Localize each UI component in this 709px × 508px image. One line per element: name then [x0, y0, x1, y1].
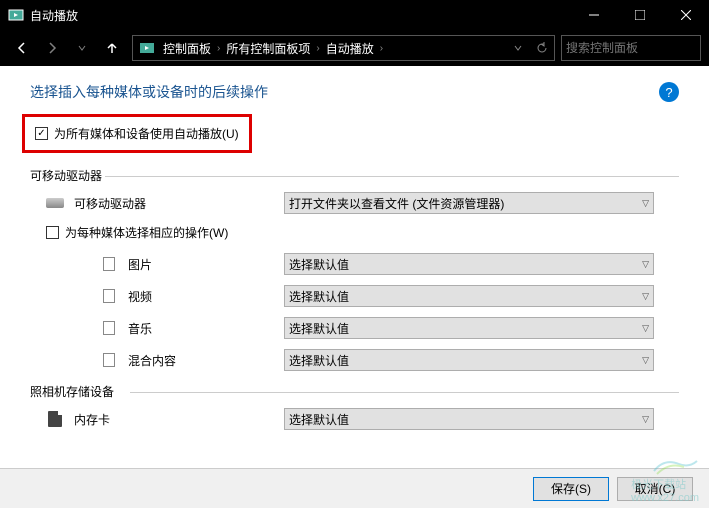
music-icon [100, 321, 118, 335]
pictures-select[interactable]: 选择默认值 ▽ [284, 253, 654, 275]
mixed-select[interactable]: 选择默认值 ▽ [284, 349, 654, 371]
highlighted-option: 为所有媒体和设备使用自动播放(U) [22, 114, 252, 153]
per-media-checkbox[interactable] [46, 226, 59, 239]
chevron-right-icon[interactable]: › [213, 43, 224, 54]
search-input[interactable] [562, 41, 709, 55]
window-title: 自动播放 [30, 7, 571, 24]
help-icon[interactable]: ? [659, 82, 679, 102]
mixed-icon [100, 353, 118, 367]
navbar: 控制面板 › 所有控制面板项 › 自动播放 › [0, 30, 709, 66]
videos-select[interactable]: 选择默认值 ▽ [284, 285, 654, 307]
titlebar: 自动播放 [0, 0, 709, 30]
per-media-label: 为每种媒体选择相应的操作(W) [65, 224, 228, 241]
pictures-icon [100, 257, 118, 271]
footer: 保存(S) 取消(C) [0, 468, 709, 508]
autoplay-window-icon [8, 7, 24, 23]
search-box[interactable] [561, 35, 701, 61]
content-area: 选择插入每种媒体或设备时的后续操作 ? 为所有媒体和设备使用自动播放(U) 可移… [0, 66, 709, 468]
maximize-button[interactable] [617, 0, 663, 30]
breadcrumb: 控制面板 › 所有控制面板项 › 自动播放 › [161, 40, 387, 57]
chevron-down-icon: ▽ [642, 259, 649, 270]
history-dropdown-button[interactable] [506, 36, 530, 60]
chevron-right-icon[interactable]: › [312, 43, 323, 54]
minimize-button[interactable] [571, 0, 617, 30]
videos-icon [100, 289, 118, 303]
back-button[interactable] [8, 34, 36, 62]
chevron-down-icon: ▽ [642, 323, 649, 334]
breadcrumb-item[interactable]: 自动播放 [324, 40, 376, 57]
mixed-label: 混合内容 [128, 352, 284, 369]
breadcrumb-item[interactable]: 所有控制面板项 [224, 40, 312, 57]
removable-drive-label: 可移动驱动器 [74, 195, 284, 212]
chevron-down-icon: ▽ [642, 414, 649, 425]
section-removable-drives: 可移动驱动器 [30, 167, 679, 184]
save-button[interactable]: 保存(S) [533, 477, 609, 501]
chevron-right-icon[interactable]: › [376, 43, 387, 54]
music-label: 音乐 [128, 320, 284, 337]
pictures-label: 图片 [128, 256, 284, 273]
chevron-down-icon: ▽ [642, 198, 649, 209]
videos-label: 视频 [128, 288, 284, 305]
up-button[interactable] [98, 34, 126, 62]
cancel-button[interactable]: 取消(C) [617, 477, 693, 501]
close-button[interactable] [663, 0, 709, 30]
autoplay-icon [137, 38, 157, 58]
recent-locations-button[interactable] [68, 34, 96, 62]
autoplay-all-checkbox[interactable] [35, 127, 48, 140]
memory-card-icon [46, 412, 64, 426]
drive-icon [46, 196, 64, 210]
page-title: 选择插入每种媒体或设备时的后续操作 [30, 82, 659, 102]
autoplay-all-label: 为所有媒体和设备使用自动播放(U) [54, 125, 239, 142]
forward-button[interactable] [38, 34, 66, 62]
breadcrumb-item[interactable]: 控制面板 [161, 40, 213, 57]
section-camera-storage: 照相机存储设备 [30, 383, 679, 400]
music-select[interactable]: 选择默认值 ▽ [284, 317, 654, 339]
chevron-down-icon: ▽ [642, 291, 649, 302]
refresh-button[interactable] [530, 36, 554, 60]
memory-card-label: 内存卡 [74, 411, 284, 428]
removable-drive-select[interactable]: 打开文件夹以查看文件 (文件资源管理器) ▽ [284, 192, 654, 214]
chevron-down-icon: ▽ [642, 355, 649, 366]
address-bar[interactable]: 控制面板 › 所有控制面板项 › 自动播放 › [132, 35, 555, 61]
memory-card-select[interactable]: 选择默认值 ▽ [284, 408, 654, 430]
